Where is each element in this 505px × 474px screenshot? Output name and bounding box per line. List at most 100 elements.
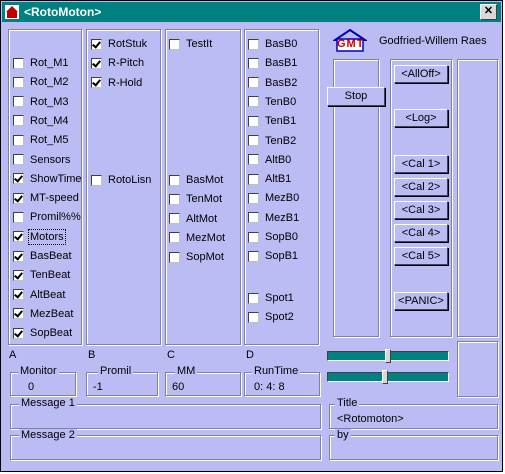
checkbox-mezbeat[interactable]: MezBeat [13, 306, 73, 322]
checkbox-box[interactable] [248, 231, 259, 243]
checkbox-mezb0[interactable]: MezB0 [248, 190, 299, 206]
checkbox-box[interactable] [13, 154, 24, 165]
checkbox-label: SopB0 [265, 231, 299, 243]
checkbox-rot-m1[interactable]: Rot_M1 [13, 55, 69, 71]
checkbox-box[interactable] [13, 250, 24, 262]
checkbox-tenbeat[interactable]: TenBeat [13, 267, 70, 283]
checkbox-box[interactable] [248, 173, 259, 185]
checkbox-rotolisn[interactable]: RotoLisn [91, 172, 151, 188]
checkbox-rot-m2[interactable]: Rot_M2 [13, 74, 69, 90]
checkbox-box[interactable] [13, 57, 24, 69]
checkbox-rot-m3[interactable]: Rot_M3 [13, 94, 69, 110]
checkbox-box[interactable] [13, 134, 24, 146]
checkbox-label: R-Hold [108, 76, 143, 89]
checkbox-box[interactable] [13, 192, 24, 204]
checkbox-box[interactable] [248, 250, 259, 262]
checkbox-label: Rot_M5 [30, 134, 69, 147]
checkbox-box[interactable] [13, 269, 24, 281]
checkbox-box[interactable] [169, 213, 180, 225]
checkbox-altmot[interactable]: AltMot [169, 211, 217, 227]
message1-label: Message 1 [19, 397, 77, 409]
checkbox-showtime[interactable]: ShowTime [13, 171, 82, 187]
checkbox-tenmot[interactable]: TenMot [169, 191, 222, 207]
panic-button[interactable]: <PANIC> [394, 292, 448, 310]
checkbox-r-pitch[interactable]: R-Pitch [91, 55, 144, 71]
checkbox-sopbeat[interactable]: SopBeat [13, 325, 72, 341]
checkbox-box[interactable] [248, 115, 259, 127]
checkbox-mezb1[interactable]: MezB1 [248, 210, 299, 226]
title-bar[interactable]: <RotoMoton> ✕ [2, 2, 501, 22]
checkbox-rot-m5[interactable]: Rot_M5 [13, 132, 69, 148]
checkbox-box[interactable] [248, 192, 259, 204]
checkbox-basb1[interactable]: BasB1 [248, 55, 297, 71]
log-button[interactable]: <Log> [394, 109, 448, 127]
checkbox-sensors[interactable]: Sensors [13, 152, 70, 168]
checkbox-basb0[interactable]: BasB0 [248, 36, 297, 52]
checkbox-testit[interactable]: TestIt [169, 36, 212, 52]
checkbox-basmot[interactable]: BasMot [169, 172, 223, 188]
cal5-button[interactable]: <Cal 5> [394, 247, 448, 265]
checkbox-box[interactable] [248, 311, 259, 323]
checkbox-r-hold[interactable]: R-Hold [91, 75, 142, 91]
cal3-button[interactable]: <Cal 3> [394, 201, 448, 219]
checkbox-box[interactable] [248, 77, 259, 89]
checkbox-box[interactable] [13, 115, 24, 127]
checkbox-motors[interactable]: Motors [13, 228, 66, 245]
slider-bottom[interactable] [327, 370, 449, 384]
checkbox-box[interactable] [248, 38, 259, 50]
close-button[interactable]: ✕ [480, 4, 497, 20]
checkbox-altb1[interactable]: AltB1 [248, 171, 291, 187]
stop-button[interactable]: Stop [327, 87, 385, 106]
checkbox-tenb2[interactable]: TenB2 [248, 133, 296, 149]
checkbox-box[interactable] [13, 173, 24, 185]
checkbox-spot1[interactable]: Spot1 [248, 290, 294, 306]
checkbox-box[interactable] [13, 231, 24, 243]
checkbox-promil[interactable]: Promil%% [13, 209, 81, 225]
checkbox-box[interactable] [248, 154, 259, 166]
checkbox-sopmot[interactable]: SopMot [169, 249, 224, 265]
cal2-button[interactable]: <Cal 2> [394, 178, 448, 196]
checkbox-tenb1[interactable]: TenB1 [248, 113, 296, 129]
alloff-button[interactable]: <AllOff> [394, 65, 448, 83]
checkbox-box[interactable] [91, 77, 102, 89]
checkbox-altbeat[interactable]: AltBeat [13, 287, 65, 303]
checkbox-rotstuk[interactable]: RotStuk [91, 36, 147, 52]
checkbox-box[interactable] [13, 76, 24, 88]
checkbox-box[interactable] [248, 135, 259, 146]
checkbox-box[interactable] [248, 57, 259, 69]
checkbox-basb2[interactable]: BasB2 [248, 75, 297, 91]
checkbox-box[interactable] [13, 96, 24, 108]
cal4-button[interactable]: <Cal 4> [394, 224, 448, 242]
checkbox-mt-speed[interactable]: MT-speed [13, 190, 79, 206]
checkbox-label: R-Pitch [108, 57, 145, 70]
checkbox-sopb0[interactable]: SopB0 [248, 229, 298, 245]
checkbox-mezmot[interactable]: MezMot [169, 230, 225, 246]
checkbox-box[interactable] [13, 327, 24, 339]
checkbox-basbeat[interactable]: BasBeat [13, 248, 72, 264]
checkbox-spot2[interactable]: Spot2 [248, 309, 294, 325]
checkbox-box[interactable] [248, 212, 259, 224]
checkbox-box[interactable] [13, 308, 24, 320]
slider-top[interactable] [327, 349, 449, 363]
checkbox-label: AltB0 [265, 153, 292, 166]
checkbox-box[interactable] [169, 38, 180, 50]
slider-thumb[interactable] [385, 349, 391, 363]
checkbox-box[interactable] [248, 96, 259, 108]
checkbox-sopb1[interactable]: SopB1 [248, 248, 298, 264]
checkbox-box[interactable] [13, 289, 24, 301]
checkbox-box[interactable] [169, 174, 180, 186]
checkbox-box[interactable] [91, 174, 102, 186]
slider-thumb[interactable] [382, 370, 388, 384]
checkbox-rot-m4[interactable]: Rot_M4 [13, 113, 69, 129]
checkbox-altb0[interactable]: AltB0 [248, 152, 291, 168]
cal1-button[interactable]: <Cal 1> [394, 155, 448, 173]
checkbox-tenb0[interactable]: TenB0 [248, 94, 296, 110]
section-label-b: B [88, 349, 96, 361]
checkbox-box[interactable] [13, 211, 24, 223]
checkbox-box[interactable] [248, 292, 259, 304]
checkbox-box[interactable] [169, 232, 180, 244]
checkbox-box[interactable] [91, 38, 102, 50]
checkbox-box[interactable] [91, 57, 102, 69]
checkbox-box[interactable] [169, 193, 180, 205]
checkbox-box[interactable] [169, 251, 180, 263]
